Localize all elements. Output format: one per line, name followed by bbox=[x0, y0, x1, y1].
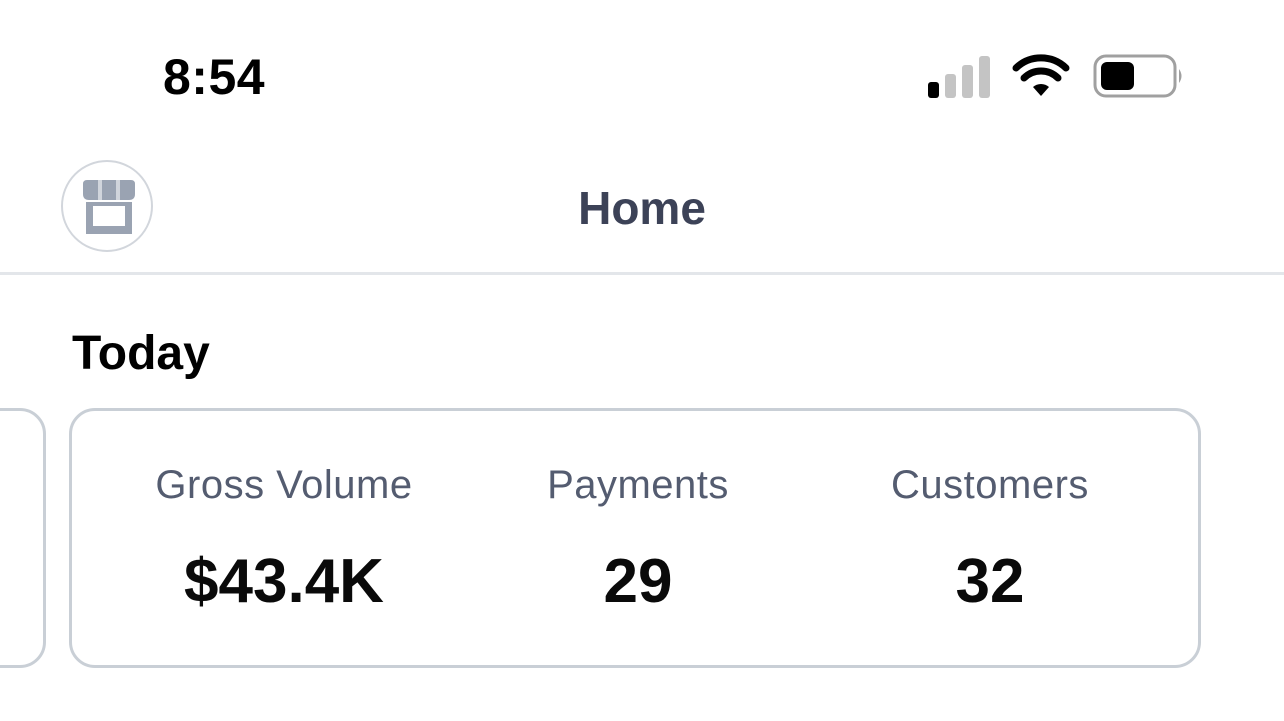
status-time: 8:54 bbox=[163, 49, 266, 105]
cellular-signal-icon bbox=[928, 56, 990, 98]
metric-label: Gross Volume bbox=[155, 463, 413, 507]
battery-icon bbox=[1093, 54, 1182, 98]
header-divider bbox=[0, 272, 1284, 275]
section-title: Today bbox=[72, 327, 210, 380]
wifi-icon bbox=[1012, 54, 1070, 96]
metric-gross-volume: Gross Volume $43.4K bbox=[124, 459, 444, 617]
previous-card[interactable] bbox=[0, 408, 46, 668]
metric-label: Payments bbox=[547, 463, 729, 507]
page-title: Home bbox=[578, 182, 706, 234]
today-summary-card[interactable]: Gross Volume $43.4K Payments 29 Customer… bbox=[69, 408, 1201, 668]
metric-customers: Customers 32 bbox=[830, 459, 1150, 617]
metric-value: $43.4K bbox=[184, 547, 384, 616]
battery-level-fill bbox=[1101, 62, 1134, 90]
home-screen: 8:54 Home Today Gross Volume $43.4K Paym… bbox=[0, 0, 1284, 721]
metric-value: 32 bbox=[955, 547, 1025, 616]
metric-payments: Payments 29 bbox=[478, 459, 798, 617]
metric-label: Customers bbox=[891, 463, 1089, 507]
metric-value: 29 bbox=[603, 547, 673, 616]
